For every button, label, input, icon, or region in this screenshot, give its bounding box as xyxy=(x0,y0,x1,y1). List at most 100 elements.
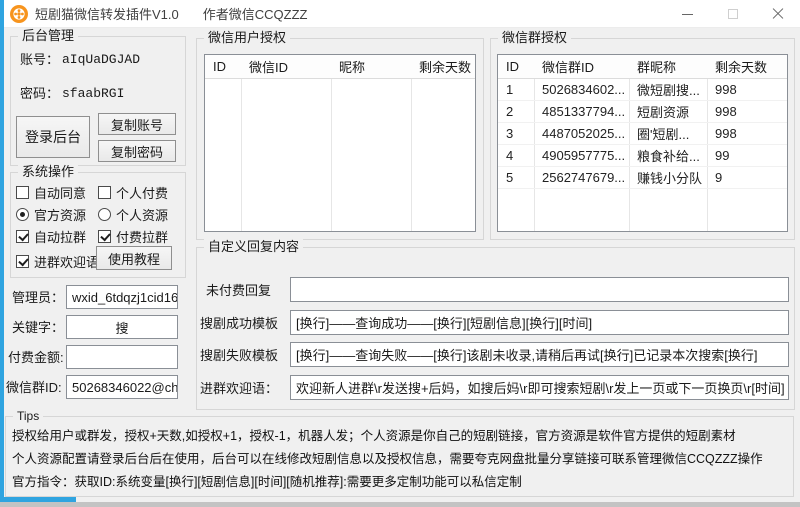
column-header-days-left[interactable]: 剩余天数 xyxy=(411,57,475,76)
cell-id: 1 xyxy=(498,82,534,97)
custom-reply-group-label: 自定义回复内容 xyxy=(204,239,303,255)
option-label: 官方资源 xyxy=(34,205,86,224)
cell-days-left: 99 xyxy=(707,148,787,163)
table-row[interactable]: 3 4487052025... 圈'短剧... 998 xyxy=(498,123,787,145)
tips-line-2: 个人资源配置请登录后台后在使用，后台可以在线修改短剧信息以及授权信息，需要夸克网… xyxy=(12,448,792,467)
column-header-group-nickname[interactable]: 群昵称 xyxy=(629,57,707,76)
pay-amount-label: 付费金额: xyxy=(8,350,64,366)
pay-amount-input[interactable] xyxy=(66,345,178,369)
cell-group-nickname: 圈'短剧... xyxy=(629,124,707,143)
checkbox-icon xyxy=(16,255,29,268)
cell-group-nickname: 短剧资源 xyxy=(629,102,707,121)
option-label: 付费拉群 xyxy=(116,227,168,246)
backend-group-label: 后台管理 xyxy=(18,28,78,44)
search-success-input[interactable]: [换行]——查询成功——[换行][短剧信息][换行][时间] xyxy=(290,310,789,335)
column-header-id[interactable]: ID xyxy=(205,59,241,74)
table-row[interactable]: 1 5026834602... 微短剧搜... 998 xyxy=(498,79,787,101)
window-controls xyxy=(665,0,800,28)
cell-days-left: 998 xyxy=(707,82,787,97)
radio-icon xyxy=(16,208,29,221)
group-auth-table: ID 微信群ID 群昵称 剩余天数 1 5026834602... 微短剧搜..… xyxy=(497,54,788,232)
column-header-id[interactable]: ID xyxy=(498,59,534,74)
password-value: sfaabRGI xyxy=(62,86,124,102)
cell-group-nickname: 微短剧搜... xyxy=(629,80,707,99)
cell-group-id: 5026834602... xyxy=(534,82,629,97)
column-separator xyxy=(331,55,332,231)
search-fail-label: 搜剧失败模板 xyxy=(200,348,278,364)
table-row[interactable]: 2 4851337794... 短剧资源 998 xyxy=(498,101,787,123)
column-header-group-id[interactable]: 微信群ID xyxy=(534,57,629,76)
option-label: 个人资源 xyxy=(116,205,168,224)
tutorial-button[interactable]: 使用教程 xyxy=(96,246,172,270)
option-label: 个人付费 xyxy=(116,183,168,202)
checkbox-icon xyxy=(98,230,111,243)
taskbar-strip xyxy=(0,502,800,507)
checkbox-paid-pull-group[interactable]: 付费拉群 xyxy=(98,227,168,246)
wechat-group-id-input[interactable]: 50268346022@chatro xyxy=(66,375,178,399)
minimize-button[interactable] xyxy=(665,0,710,28)
welcome-message-input[interactable]: 欢迎新人进群\r发送搜+后妈，如搜后妈\r即可搜索短剧\r发上一页或下一页换页\… xyxy=(290,375,789,400)
checkbox-personal-pay[interactable]: 个人付费 xyxy=(98,183,168,202)
cell-group-nickname: 赚钱小分队 xyxy=(629,168,707,187)
cell-days-left: 998 xyxy=(707,126,787,141)
checkbox-icon xyxy=(98,186,111,199)
close-button[interactable] xyxy=(755,0,800,28)
option-label: 进群欢迎语 xyxy=(34,252,99,271)
cell-days-left: 998 xyxy=(707,104,787,119)
system-group-label: 系统操作 xyxy=(18,164,78,180)
checkbox-icon xyxy=(16,186,29,199)
table-header: ID 微信群ID 群昵称 剩余天数 xyxy=(498,55,787,79)
tips-line-3: 官方指令：获取ID:系统变量[换行][短剧信息][时间][随机推荐]:需要更多定… xyxy=(12,471,792,490)
column-separator xyxy=(411,55,412,231)
cell-id: 2 xyxy=(498,104,534,119)
table-row[interactable]: 5 2562747679... 赚钱小分队 9 xyxy=(498,167,787,189)
checkbox-auto-agree[interactable]: 自动同意 xyxy=(16,183,86,202)
cell-group-id: 4851337794... xyxy=(534,104,629,119)
cell-id: 3 xyxy=(498,126,534,141)
maximize-icon xyxy=(728,9,738,19)
checkbox-auto-pull-group[interactable]: 自动拉群 xyxy=(16,227,86,246)
radio-icon xyxy=(98,208,111,221)
search-success-label: 搜剧成功模板 xyxy=(200,316,278,332)
copy-account-button[interactable]: 复制账号 xyxy=(98,113,176,135)
window-author: 作者微信CCQZZZ xyxy=(203,4,308,23)
welcome-message-label: 进群欢迎语： xyxy=(200,381,278,397)
radio-personal-resource[interactable]: 个人资源 xyxy=(98,205,168,224)
radio-official-resource[interactable]: 官方资源 xyxy=(16,205,86,224)
login-backend-button[interactable]: 登录后台 xyxy=(16,116,90,158)
column-separator xyxy=(241,55,242,231)
user-auth-group-label: 微信用户授权 xyxy=(204,30,290,46)
password-label: 密码： xyxy=(20,86,59,102)
keyword-input[interactable]: 搜 xyxy=(66,315,178,339)
tips-group-label: Tips xyxy=(13,408,43,424)
table-header: ID 微信ID 昵称 剩余天数 xyxy=(205,55,475,79)
window-title: 短剧猫微信转发插件V1.0 xyxy=(35,4,179,23)
keyword-label: 关键字： xyxy=(12,320,64,336)
column-header-nickname[interactable]: 昵称 xyxy=(331,57,411,76)
column-header-days-left[interactable]: 剩余天数 xyxy=(707,57,787,76)
admin-input[interactable]: wxid_6tdqzj1cid1622 xyxy=(66,285,178,309)
window-accent-border-left xyxy=(0,0,4,502)
option-label: 自动拉群 xyxy=(34,227,86,246)
table-row[interactable]: 4 4905957775... 粮食补给... 99 xyxy=(498,145,787,167)
cell-group-id: 4487052025... xyxy=(534,126,629,141)
close-icon xyxy=(772,8,784,20)
app-window: 短剧猫微信转发插件V1.0 作者微信CCQZZZ 后台管理 账号： aIqUaD… xyxy=(0,0,800,507)
cell-days-left: 9 xyxy=(707,170,787,185)
checkbox-group-welcome[interactable]: 进群欢迎语 xyxy=(16,252,99,271)
tips-line-1: 授权给用户或群发，授权+天数,如授权+1，授权-1，机器人发；个人资源是你自己的… xyxy=(12,425,792,444)
group-auth-group-label: 微信群授权 xyxy=(498,30,571,46)
cell-id: 5 xyxy=(498,170,534,185)
cell-group-id: 2562747679... xyxy=(534,170,629,185)
search-fail-input[interactable]: [换行]——查询失败——[换行]该剧未收录,请稍后再试[换行]已记录本次搜索[换… xyxy=(290,342,789,367)
unpaid-reply-input[interactable] xyxy=(290,277,789,302)
account-label: 账号： xyxy=(20,52,59,68)
minimize-icon xyxy=(682,14,693,15)
maximize-button[interactable] xyxy=(710,0,755,28)
option-label: 自动同意 xyxy=(34,183,86,202)
copy-password-button[interactable]: 复制密码 xyxy=(98,140,176,162)
cell-group-id: 4905957775... xyxy=(534,148,629,163)
user-auth-table: ID 微信ID 昵称 剩余天数 xyxy=(204,54,476,232)
column-header-wechat-id[interactable]: 微信ID xyxy=(241,57,331,76)
admin-label: 管理员： xyxy=(12,290,64,306)
